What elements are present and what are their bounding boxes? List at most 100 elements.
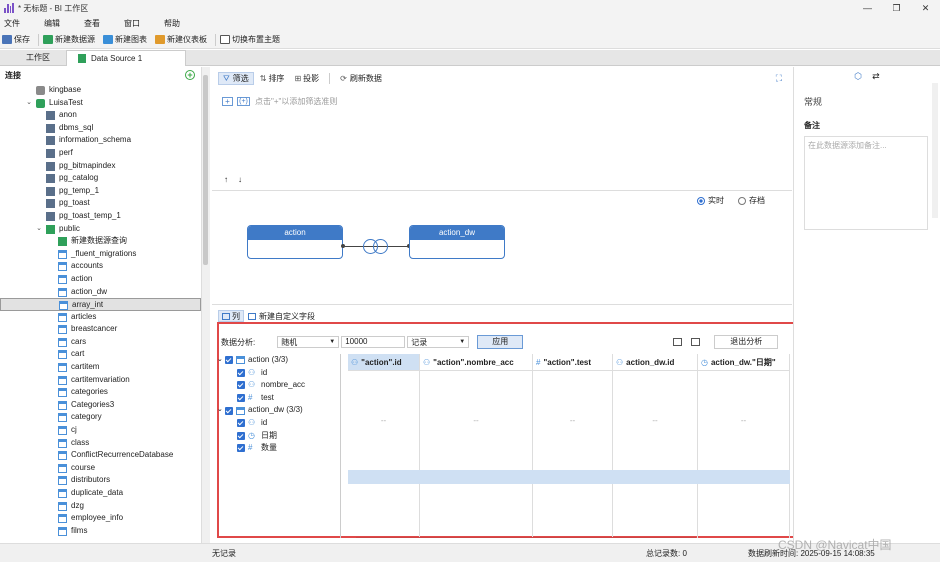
tree-scrollbar[interactable] xyxy=(202,67,210,543)
notes-textarea[interactable]: 在此数据源添加备注... xyxy=(804,136,928,230)
tree-item[interactable]: pg_toast_temp_1 xyxy=(0,210,201,223)
sort-button[interactable]: ⇅ 排序 xyxy=(256,72,289,85)
tree-item[interactable]: pg_toast xyxy=(0,197,201,210)
tree-item[interactable]: action_dw xyxy=(0,286,201,299)
add-connection-icon[interactable]: + xyxy=(185,70,195,80)
toggle-theme-button[interactable]: 切换布置主题 xyxy=(220,34,280,45)
checkbox[interactable] xyxy=(225,356,233,365)
column-header[interactable]: ◷ action_dw."日期" xyxy=(698,354,789,371)
save-button[interactable]: 保存 xyxy=(2,34,30,45)
maximize-button[interactable]: ❐ xyxy=(882,0,911,16)
tree-item[interactable]: ConflictRecurrenceDatabase xyxy=(0,449,201,462)
tree-item[interactable]: accounts xyxy=(0,260,201,273)
column-header[interactable]: ⚇ "action".nombre_acc xyxy=(420,354,532,371)
tree-item[interactable]: dbms_sql xyxy=(0,122,201,135)
tree-item[interactable]: pg_temp_1 xyxy=(0,185,201,198)
tree-item[interactable]: class xyxy=(0,437,201,450)
tree-item[interactable]: kingbase xyxy=(0,84,201,97)
tree-item[interactable]: Categories3 xyxy=(0,399,201,412)
tree-item[interactable]: categories xyxy=(0,386,201,399)
column-header[interactable]: ⚇ "action".id xyxy=(348,354,419,371)
checkbox[interactable] xyxy=(225,406,233,415)
menu-view[interactable]: 查看 xyxy=(84,18,100,29)
tree-item[interactable]: dzg xyxy=(0,500,201,513)
move-down-icon[interactable]: ↓ xyxy=(238,175,242,184)
properties-icon[interactable]: ⬡ xyxy=(854,71,862,82)
window-icon[interactable] xyxy=(673,338,683,346)
expand-chevron-icon[interactable]: ⌄ xyxy=(217,354,225,367)
new-chart-button[interactable]: 新建图表 xyxy=(103,34,147,45)
tree-item[interactable]: perf xyxy=(0,147,201,160)
checkbox[interactable] xyxy=(237,394,245,403)
checkbox[interactable] xyxy=(237,419,245,428)
tree-item[interactable]: duplicate_data xyxy=(0,487,201,500)
layout-icon[interactable]: ⇄ xyxy=(872,71,880,82)
field-group[interactable]: ⌄ action_dw (3/3) xyxy=(217,404,340,417)
filter-button[interactable]: ⛛ 筛选 xyxy=(218,72,254,85)
expand-icon[interactable]: ⛶ xyxy=(776,73,782,84)
new-dashboard-button[interactable]: 新建仪表板 xyxy=(155,34,207,45)
menu-help[interactable]: 帮助 xyxy=(164,18,180,29)
tree-item[interactable]: articles xyxy=(0,311,201,324)
tab-columns[interactable]: 列 xyxy=(218,310,244,322)
tree-item[interactable]: pg_catalog xyxy=(0,172,201,185)
panel-icon[interactable] xyxy=(691,338,701,346)
unit-select[interactable]: 记录 ▼ xyxy=(407,336,470,348)
tree-item[interactable]: 新建数据源查询 xyxy=(0,235,201,248)
right-scrollbar[interactable] xyxy=(932,83,938,218)
tree-item[interactable]: distributors xyxy=(0,474,201,487)
menu-edit[interactable]: 编辑 xyxy=(44,18,60,29)
tree-item[interactable]: employee_info xyxy=(0,512,201,525)
column-header[interactable]: ⚇ action_dw.id xyxy=(613,354,697,371)
expand-chevron-icon[interactable]: ⌄ xyxy=(35,223,43,236)
exit-analysis-button[interactable]: 退出分析 xyxy=(714,335,779,349)
tree-item[interactable]: cart xyxy=(0,348,201,361)
minimize-button[interactable]: — xyxy=(853,0,882,16)
apply-button[interactable]: 应用 xyxy=(477,335,524,349)
expand-chevron-icon[interactable]: ⌄ xyxy=(217,404,225,417)
tree-item[interactable]: pg_bitmapindex xyxy=(0,160,201,173)
tree-item[interactable]: category xyxy=(0,411,201,424)
tree-item[interactable]: films xyxy=(0,525,201,538)
tree-item[interactable]: ⌄ public xyxy=(0,223,201,236)
refresh-button[interactable]: ⟳ 刷新数据 xyxy=(336,72,386,85)
grid-scrollbar[interactable] xyxy=(356,537,696,538)
move-up-icon[interactable]: ↑ xyxy=(224,175,228,184)
tree-item[interactable]: information_schema xyxy=(0,134,201,147)
table-node-action-dw[interactable]: action_dw xyxy=(409,225,505,259)
add-filter-icon[interactable]: + xyxy=(222,97,233,106)
tree-item[interactable]: array_int xyxy=(0,298,201,311)
field-item[interactable]: # 数量 xyxy=(217,442,340,455)
tree-item[interactable]: cj xyxy=(0,424,201,437)
checkbox[interactable] xyxy=(237,381,245,390)
menu-file[interactable]: 文件 xyxy=(4,18,20,29)
tab-custom-field[interactable]: 新建自定义字段 xyxy=(244,310,319,322)
tab-datasource[interactable]: Data Source 1 xyxy=(66,50,186,66)
tree-item[interactable]: breastcancer xyxy=(0,323,201,336)
add-filter-group-icon[interactable]: (+) xyxy=(237,97,250,106)
expand-chevron-icon[interactable]: ⌄ xyxy=(25,97,33,110)
tree-item[interactable]: course xyxy=(0,462,201,475)
field-group[interactable]: ⌄ action (3/3) xyxy=(217,354,340,367)
column-header[interactable]: # "action".test xyxy=(533,354,612,371)
field-item[interactable]: ◷ 日期 xyxy=(217,430,340,443)
realtime-radio[interactable] xyxy=(697,196,705,205)
tree-item[interactable]: _fluent_migrations xyxy=(0,248,201,261)
table-node-action[interactable]: action xyxy=(247,225,343,259)
archive-radio[interactable] xyxy=(738,196,746,205)
tree-item[interactable]: cars xyxy=(0,336,201,349)
tree-item[interactable]: cartitem xyxy=(0,361,201,374)
tree-item[interactable]: ⌄ LuisaTest xyxy=(0,97,201,110)
field-item[interactable]: ⚇ id xyxy=(217,367,340,380)
mode-select[interactable]: 随机 ▼ xyxy=(277,336,340,348)
checkbox[interactable] xyxy=(237,444,245,453)
checkbox[interactable] xyxy=(237,431,245,440)
field-item[interactable]: ⚇ nombre_acc xyxy=(217,379,340,392)
close-button[interactable]: ✕ xyxy=(911,0,940,16)
tree-item[interactable]: cartitemvariation xyxy=(0,374,201,387)
tree-item[interactable]: anon xyxy=(0,109,201,122)
checkbox[interactable] xyxy=(237,368,245,377)
field-item[interactable]: ⚇ id xyxy=(217,417,340,430)
count-input[interactable]: 10000 xyxy=(341,336,406,348)
tree-item[interactable]: action xyxy=(0,273,201,286)
